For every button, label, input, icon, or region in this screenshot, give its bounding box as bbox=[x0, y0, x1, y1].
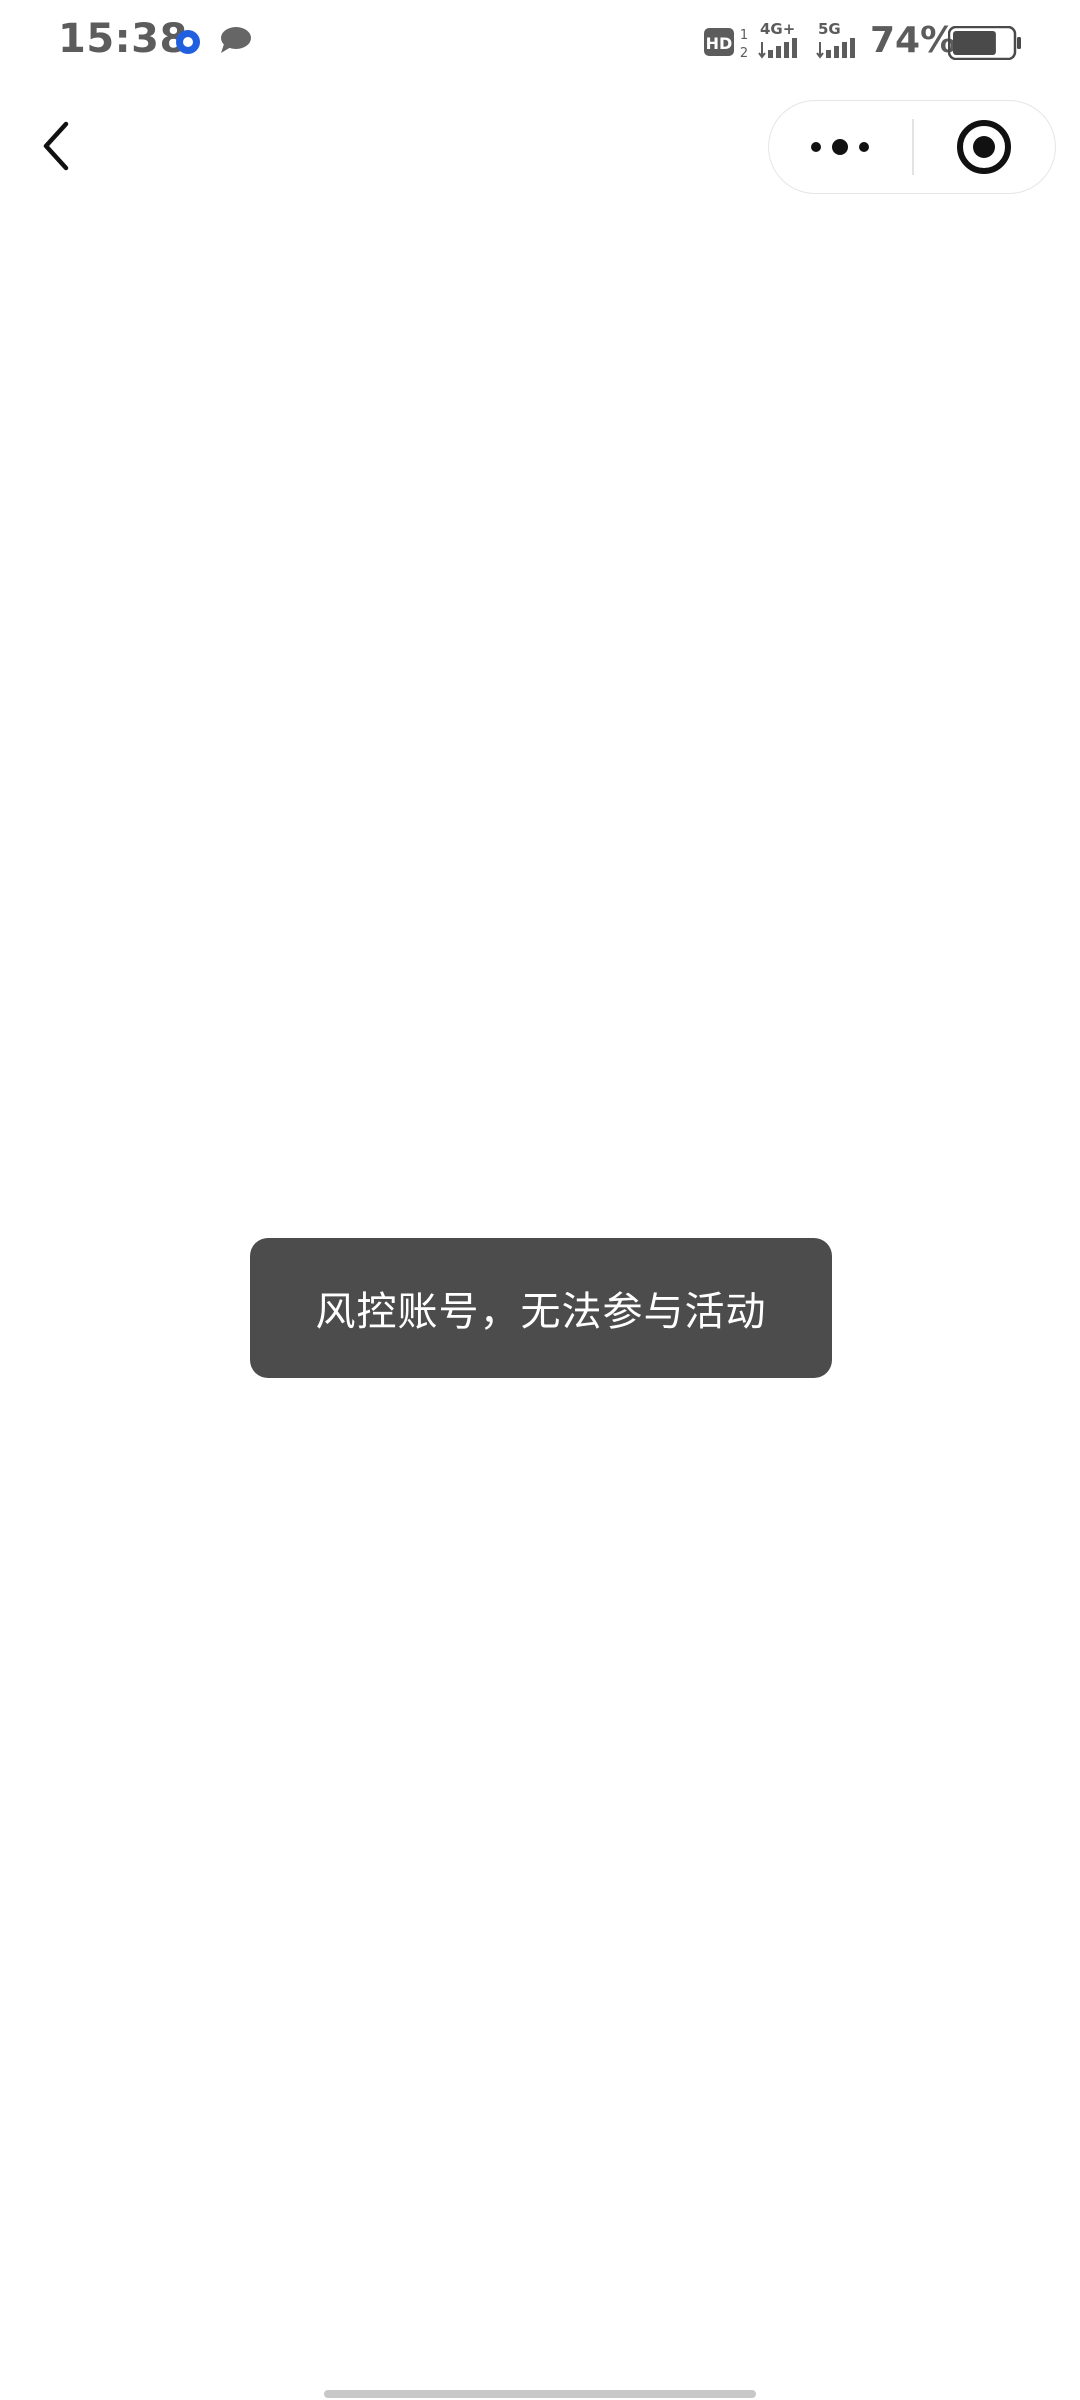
home-indicator[interactable] bbox=[324, 2390, 756, 2398]
mini-program-capsule bbox=[768, 100, 1056, 194]
more-button[interactable] bbox=[769, 101, 912, 193]
sim2-label: 2 bbox=[740, 46, 748, 60]
toast-message: 风控账号，无法参与活动 bbox=[315, 1289, 767, 1335]
signal-5g-icon: 5G bbox=[816, 20, 855, 59]
toast: 风控账号，无法参与活动 bbox=[250, 1238, 832, 1378]
back-button[interactable] bbox=[30, 110, 90, 182]
screen: 15:38 HD 1 2 4G+ 5G 74% 风控账号，无法参与活动 bbox=[0, 0, 1080, 2400]
battery-percent: 74% bbox=[870, 20, 957, 61]
signal-4g-icon: 4G+ bbox=[758, 20, 797, 59]
hd-voice-icon: HD 1 2 bbox=[704, 28, 748, 60]
status-time: 15:38 bbox=[58, 16, 188, 62]
status-bar: 15:38 HD 1 2 4G+ 5G 74% bbox=[0, 0, 1080, 84]
battery-icon bbox=[948, 26, 1021, 60]
target-close-icon bbox=[957, 120, 1011, 174]
network-5g-label: 5G bbox=[818, 20, 841, 38]
more-dots-icon bbox=[811, 139, 869, 155]
app-notification-icon bbox=[176, 30, 200, 54]
close-button[interactable] bbox=[914, 101, 1055, 193]
chevron-left-icon bbox=[43, 121, 69, 171]
network-4g-label: 4G+ bbox=[760, 20, 795, 38]
message-notification-icon bbox=[221, 27, 251, 53]
sim1-label: 1 bbox=[740, 28, 748, 43]
hd-label: HD bbox=[706, 34, 733, 53]
